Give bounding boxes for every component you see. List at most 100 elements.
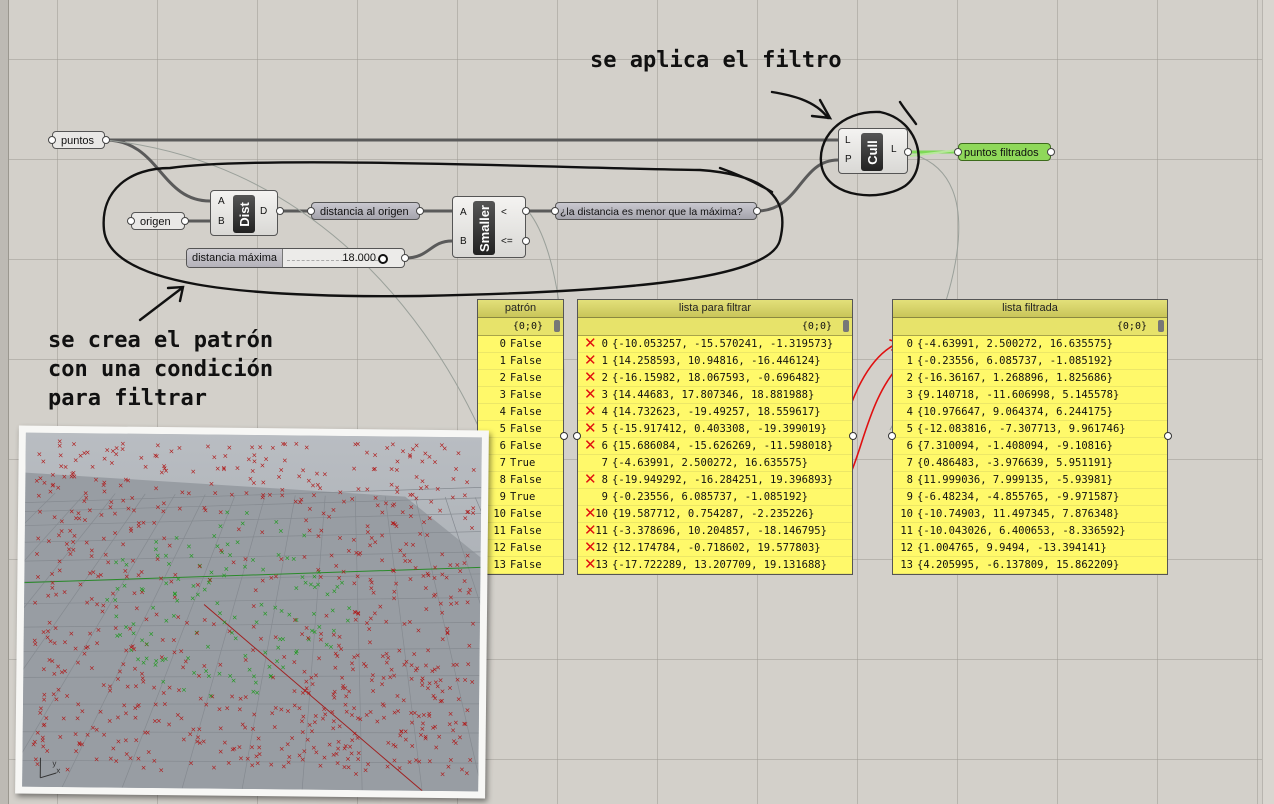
grip-smaller-lt-out[interactable] bbox=[522, 207, 530, 215]
excluded-point-marker: × bbox=[396, 647, 402, 655]
excluded-point-marker: × bbox=[407, 618, 413, 626]
grip-compare-in[interactable] bbox=[551, 207, 559, 215]
excluded-point-marker: × bbox=[155, 441, 161, 449]
grip-puntos-in[interactable] bbox=[48, 136, 56, 144]
excluded-point-marker: × bbox=[139, 568, 145, 576]
panel-patron[interactable]: patrón {0;0} 0 False 1 False 2 False 3 False 4 Fa… bbox=[477, 299, 564, 575]
row-value: {-6.48234, -4.855765, -9.971587} bbox=[917, 491, 1120, 503]
excluded-point-marker: × bbox=[300, 728, 306, 736]
excluded-point-marker: × bbox=[35, 760, 41, 768]
excluded-point-marker: × bbox=[363, 662, 369, 670]
excluded-point-marker: × bbox=[115, 714, 121, 722]
excluded-point-marker: × bbox=[115, 738, 121, 746]
component-cull[interactable]: L P Cull L bbox=[838, 128, 908, 174]
slider-distancia-maxima[interactable]: distancia máxima 18.000 bbox=[186, 248, 405, 268]
grip-lista-out[interactable] bbox=[849, 432, 857, 440]
component-dist[interactable]: A B Dist D bbox=[210, 190, 278, 236]
excluded-point-marker: × bbox=[439, 609, 445, 617]
grip-filtrados-in[interactable] bbox=[954, 148, 962, 156]
excluded-point-marker: × bbox=[300, 689, 306, 697]
panel-row: 6 {7.310094, -1.408094, -9.10816} bbox=[893, 438, 1167, 455]
included-point-marker: × bbox=[258, 601, 264, 609]
included-point-marker: × bbox=[345, 617, 351, 625]
included-point-marker: × bbox=[293, 649, 299, 657]
grip-puntos-out[interactable] bbox=[102, 136, 110, 144]
excluded-point-marker: × bbox=[448, 710, 454, 718]
component-smaller[interactable]: A B Smaller < <= bbox=[452, 196, 526, 258]
row-index: 14 bbox=[893, 574, 913, 575]
excluded-point-marker: × bbox=[268, 761, 274, 769]
row-value: {10.976647, 9.064374, 6.244175} bbox=[917, 406, 1113, 418]
excluded-point-marker: × bbox=[158, 575, 164, 583]
grip-filtrada-in[interactable] bbox=[888, 432, 896, 440]
grip-distancia-in[interactable] bbox=[307, 207, 315, 215]
row-value: {14.732623, -19.49257, 18.559617} bbox=[612, 406, 821, 418]
grip-compare-out[interactable] bbox=[753, 207, 761, 215]
annotation-patron-line-1: se crea el patrón bbox=[48, 328, 274, 353]
panel-lista-scrollbar[interactable] bbox=[843, 320, 849, 332]
grip-cull-out[interactable] bbox=[904, 148, 912, 156]
excluded-point-marker: × bbox=[414, 442, 420, 450]
grip-distancia-out[interactable] bbox=[416, 207, 424, 215]
grip-origen-out[interactable] bbox=[181, 217, 189, 225]
param-comparacion[interactable]: ¿la distancia es menor que la máxima? bbox=[555, 202, 757, 220]
excluded-point-marker: × bbox=[379, 532, 385, 540]
included-point-marker: × bbox=[278, 527, 284, 535]
excluded-point-marker: × bbox=[422, 450, 428, 458]
grip-slider-out[interactable] bbox=[401, 254, 409, 262]
panel-row: 7 {0.486483, -3.976639, 5.951191} bbox=[893, 455, 1167, 472]
grip-smaller-le-out[interactable] bbox=[522, 237, 530, 245]
excluded-point-marker: × bbox=[83, 489, 89, 497]
panel-row: 1 {14.258593, 10.94816, -16.446124} ✕ bbox=[578, 352, 852, 370]
panel-row: 10 {19.587712, 0.754287, -2.235226} ✕ bbox=[578, 505, 852, 523]
excluded-point-marker: × bbox=[451, 737, 457, 745]
excluded-point-marker: × bbox=[467, 756, 473, 764]
excluded-point-marker: × bbox=[120, 541, 126, 549]
grip-lista-in[interactable] bbox=[573, 432, 581, 440]
excluded-point-marker: × bbox=[427, 757, 433, 765]
excluded-point-marker: × bbox=[167, 542, 173, 550]
param-distancia-origen[interactable]: distancia al origen bbox=[311, 202, 420, 220]
excluded-point-marker: × bbox=[53, 591, 59, 599]
excluded-point-marker: × bbox=[244, 489, 250, 497]
excluded-point-marker: × bbox=[411, 650, 417, 658]
annotation-arrow-patron bbox=[138, 286, 184, 322]
excluded-point-marker: × bbox=[385, 763, 391, 771]
panel-patron-rows: 0 False 1 False 2 False 3 False 4 False 5 False 6 Fal… bbox=[478, 336, 563, 574]
excluded-point-marker: × bbox=[355, 652, 361, 660]
excluded-point-marker: × bbox=[363, 766, 369, 774]
excluded-point-marker: × bbox=[349, 495, 355, 503]
grip-filtrados-out[interactable] bbox=[1047, 148, 1055, 156]
excluded-point-marker: × bbox=[93, 476, 99, 484]
slider-knob[interactable] bbox=[378, 254, 388, 264]
panel-row: 2 False bbox=[478, 370, 563, 387]
grip-patron-out[interactable] bbox=[560, 432, 568, 440]
included-point-marker: × bbox=[202, 586, 208, 594]
panel-patron-scrollbar[interactable] bbox=[554, 320, 560, 332]
excluded-point-marker: × bbox=[416, 712, 422, 720]
panel-filtrada-scrollbar[interactable] bbox=[1158, 320, 1164, 332]
wire-puntos-to-dist bbox=[104, 138, 211, 203]
row-value: False bbox=[510, 406, 542, 418]
row-value: {15.686084, -15.626269, -11.598018} bbox=[612, 440, 834, 452]
smaller-core: Smaller bbox=[473, 201, 495, 255]
excluded-point-marker: × bbox=[161, 535, 167, 543]
grip-dist-out[interactable] bbox=[276, 207, 284, 215]
annotation-loop-patron bbox=[102, 161, 784, 298]
excluded-point-marker: × bbox=[146, 748, 152, 756]
row-value: True bbox=[510, 457, 536, 469]
param-puntos-filtrados[interactable]: puntos filtrados bbox=[958, 143, 1051, 161]
excluded-point-marker: × bbox=[151, 757, 157, 765]
param-origen[interactable]: origen bbox=[131, 212, 185, 230]
row-index: 4 bbox=[906, 406, 913, 418]
included-point-marker: × bbox=[222, 618, 228, 626]
grip-filtrada-out[interactable] bbox=[1164, 432, 1172, 440]
panel-lista-filtrada[interactable]: lista filtrada {0;0} 0 {-4.63991, 2.50027… bbox=[892, 299, 1168, 575]
param-puntos[interactable]: puntos bbox=[52, 131, 105, 149]
panel-lista-para-filtrar[interactable]: lista para filtrar {0;0} 0 {-10.053257, -… bbox=[577, 299, 853, 575]
excluded-point-marker: × bbox=[413, 564, 419, 572]
excluded-point-marker: × bbox=[423, 662, 429, 670]
grip-origen-in[interactable] bbox=[127, 217, 135, 225]
excluded-point-marker: × bbox=[238, 755, 244, 763]
excluded-point-marker: × bbox=[40, 458, 46, 466]
